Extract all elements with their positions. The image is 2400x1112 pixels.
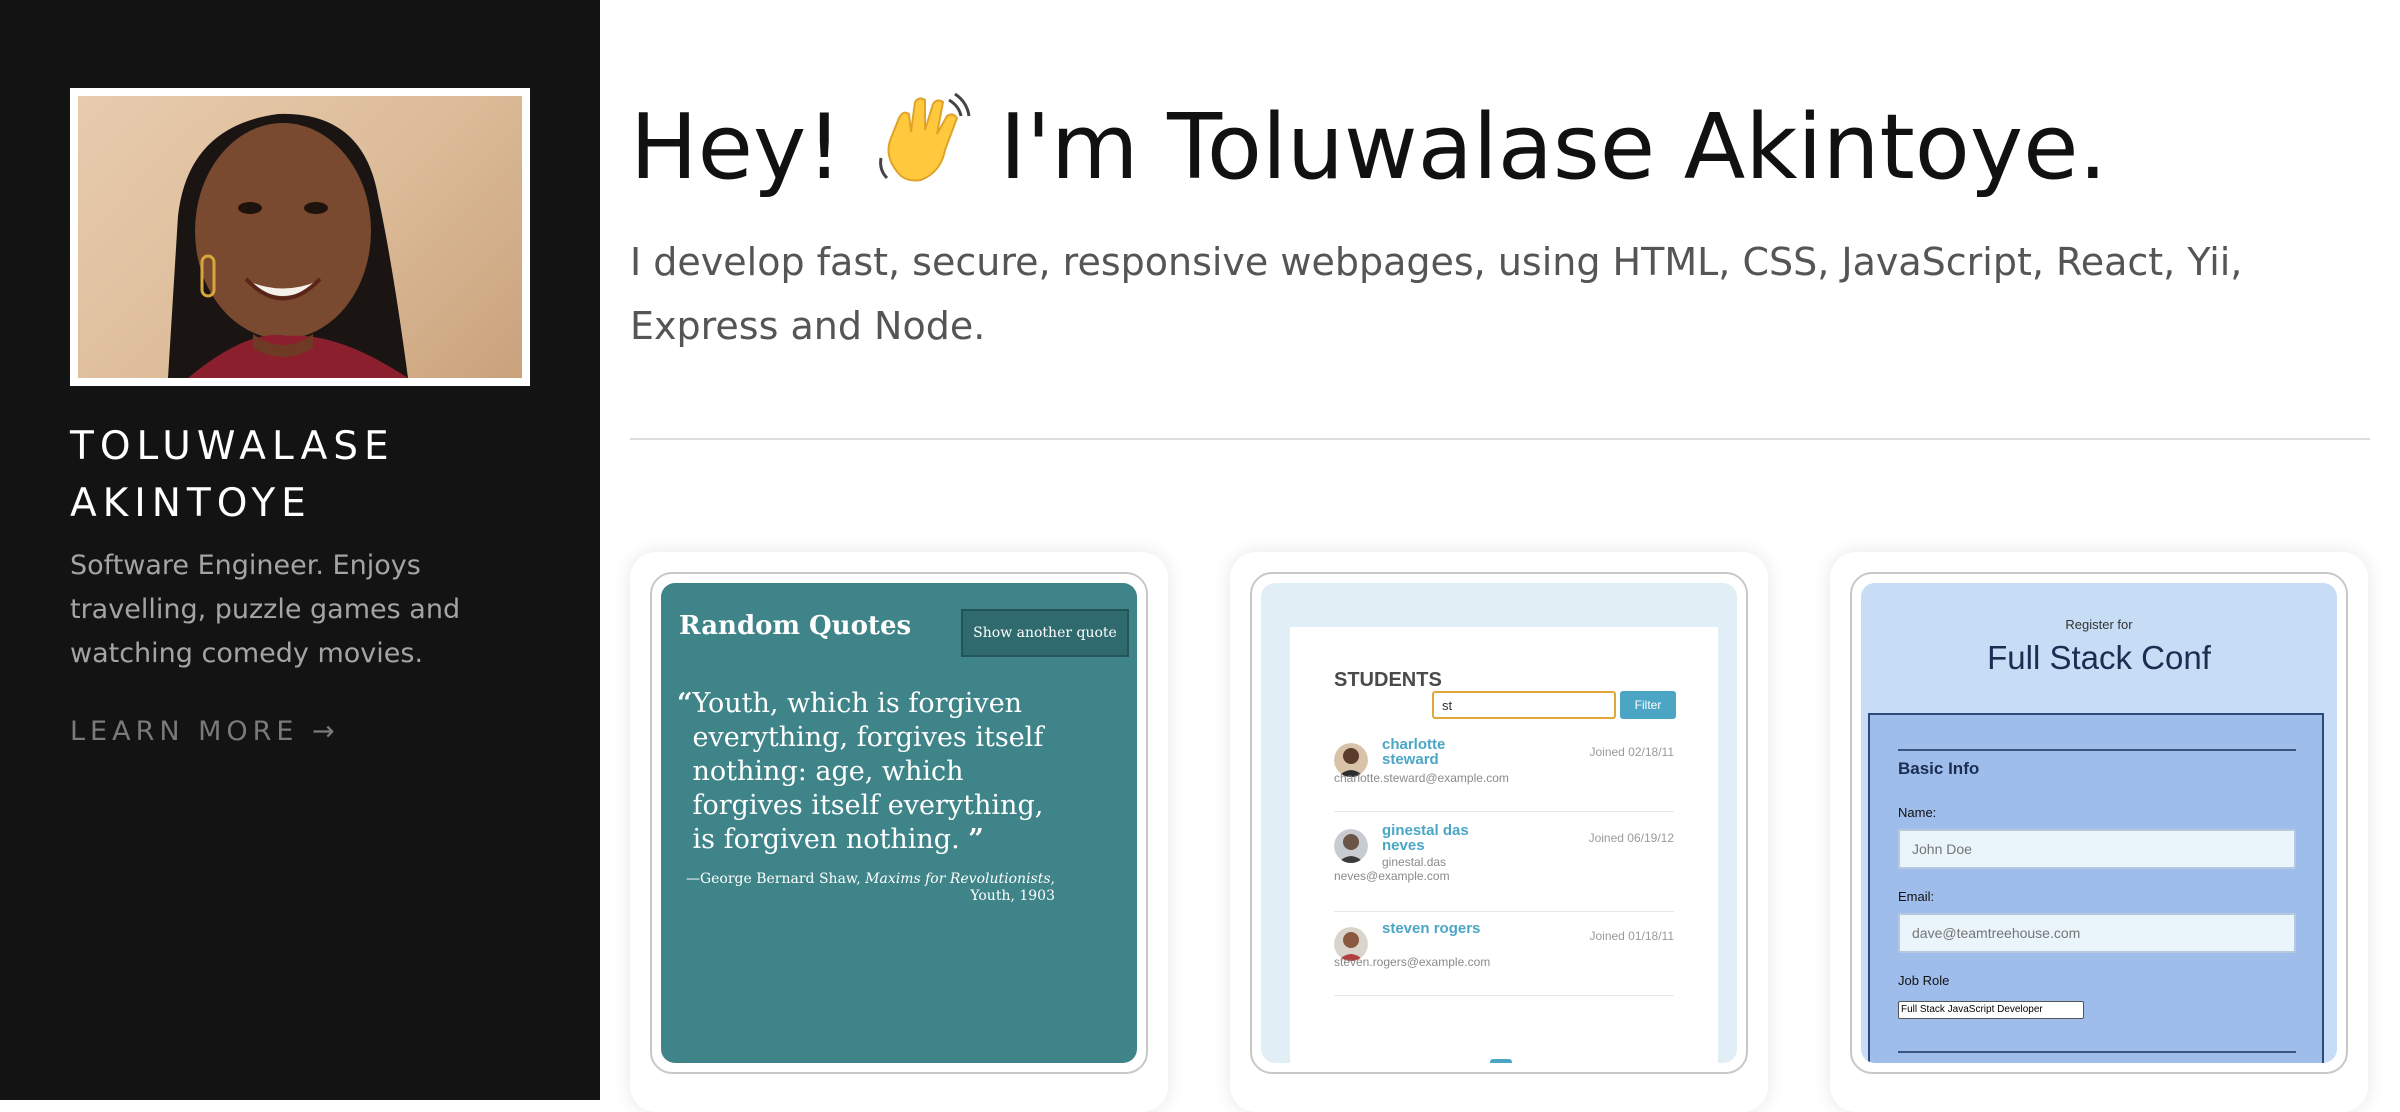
students-panel: STUDENTS Filter charlotte steward charlo… bbox=[1290, 627, 1718, 1063]
student-name[interactable]: charlotte steward bbox=[1382, 737, 1492, 767]
quote-citation: —George Bernard Shaw, Maxims for Revolut… bbox=[675, 871, 1055, 905]
profile-photo bbox=[78, 96, 522, 378]
student-row: ginestal das neves ginestal.das neves@ex… bbox=[1334, 823, 1674, 912]
project-preview-frame: Register for Full Stack Conf Basic Info … bbox=[1850, 572, 2348, 1074]
hero-headline: Hey! I'm Toluwalase Akintoye. bbox=[630, 88, 2107, 218]
open-quote-mark: “ bbox=[677, 688, 693, 719]
pagination-page-button[interactable]: 1 bbox=[1490, 1059, 1512, 1063]
students-preview: STUDENTS Filter charlotte steward charlo… bbox=[1261, 583, 1737, 1063]
project-preview-frame: Random Quotes Show another quote “Youth,… bbox=[650, 572, 1148, 1074]
quote-body: Youth, which is forgiven everything, for… bbox=[692, 688, 1044, 855]
citation-author: —George Bernard Shaw, bbox=[685, 871, 861, 887]
name-input[interactable] bbox=[1898, 829, 2296, 869]
name-label: Name: bbox=[1898, 805, 1937, 820]
sidebar-name: TOLUWALASE AKINTOYE bbox=[70, 424, 395, 526]
student-email: steven.rogers@example.com bbox=[1334, 955, 1491, 969]
student-email-line2: neves@example.com bbox=[1334, 869, 1450, 883]
student-avatar bbox=[1334, 829, 1368, 863]
conf-registration-preview: Register for Full Stack Conf Basic Info … bbox=[1861, 583, 2337, 1063]
students-heading: STUDENTS bbox=[1334, 669, 1442, 691]
email-input[interactable] bbox=[1898, 913, 2296, 953]
project-preview-frame: STUDENTS Filter charlotte steward charlo… bbox=[1250, 572, 1748, 1074]
registration-form: Basic Info Name: Email: Job Role Full St… bbox=[1868, 713, 2324, 1063]
job-role-label: Job Role bbox=[1898, 973, 1950, 988]
quotes-title: Random Quotes bbox=[679, 611, 912, 641]
student-search-input[interactable] bbox=[1432, 691, 1616, 719]
student-name[interactable]: steven rogers bbox=[1382, 921, 1492, 936]
job-role-select[interactable]: Full Stack JavaScript Developer bbox=[1898, 1001, 2084, 1019]
student-email: charlotte.steward@example.com bbox=[1334, 771, 1509, 785]
show-another-quote-button[interactable]: Show another quote bbox=[961, 609, 1129, 657]
learn-more-link[interactable]: LEARN MORE → bbox=[70, 716, 340, 747]
project-card-full-stack-conf[interactable]: Register for Full Stack Conf Basic Info … bbox=[1830, 552, 2368, 1112]
profile-photo-frame bbox=[70, 88, 530, 386]
student-name[interactable]: ginestal das neves bbox=[1382, 823, 1492, 853]
email-label: Email: bbox=[1898, 889, 1935, 904]
project-card-students[interactable]: STUDENTS Filter charlotte steward charlo… bbox=[1230, 552, 1768, 1112]
student-joined: Joined 02/18/11 bbox=[1589, 745, 1674, 759]
headline-start: Hey! bbox=[630, 95, 843, 200]
random-quotes-preview: Random Quotes Show another quote “Youth,… bbox=[661, 583, 1137, 1063]
student-joined: Joined 01/18/11 bbox=[1589, 929, 1674, 943]
project-card-random-quotes[interactable]: Random Quotes Show another quote “Youth,… bbox=[630, 552, 1168, 1112]
close-quote-mark: ” bbox=[968, 824, 984, 855]
profile-photo-illustration bbox=[168, 113, 408, 378]
citation-source: Maxims for Revolutionists bbox=[865, 871, 1051, 887]
student-row: steven rogers steven.rogers@example.com … bbox=[1334, 921, 1674, 996]
hero-subtitle: I develop fast, secure, responsive webpa… bbox=[630, 240, 2243, 348]
conf-pre-title: Register for bbox=[2065, 617, 2133, 632]
wave-icon bbox=[871, 88, 971, 218]
conf-title: Full Stack Conf bbox=[1987, 639, 2211, 676]
sidebar-bio: Software Engineer. Enjoys travelling, pu… bbox=[70, 550, 461, 669]
headline-end: I'm Toluwalase Akintoye. bbox=[999, 95, 2108, 200]
fieldset-rule bbox=[1898, 749, 2296, 751]
student-email-line1: ginestal.das bbox=[1382, 855, 1447, 869]
fieldset-rule bbox=[1898, 1051, 2296, 1053]
filter-button[interactable]: Filter bbox=[1620, 691, 1676, 719]
quote-text: “Youth, which is forgiven everything, fo… bbox=[677, 687, 1077, 857]
section-divider bbox=[630, 438, 2370, 440]
sidebar: TOLUWALASE AKINTOYE Software Engineer. E… bbox=[0, 0, 600, 1100]
basic-info-legend: Basic Info bbox=[1898, 759, 1980, 778]
student-row: charlotte steward charlotte.steward@exam… bbox=[1334, 737, 1674, 812]
student-joined: Joined 06/19/12 bbox=[1588, 831, 1674, 845]
